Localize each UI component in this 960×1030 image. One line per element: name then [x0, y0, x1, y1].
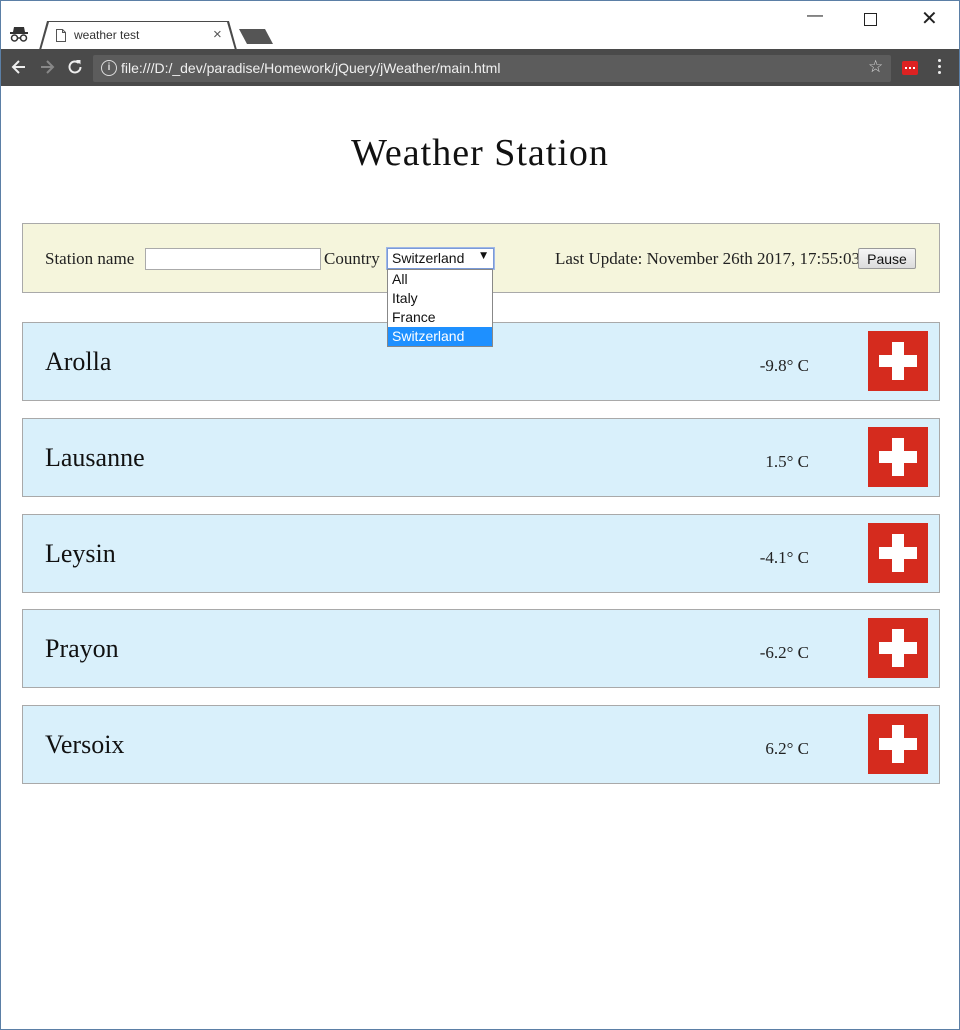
station-name-input[interactable] — [145, 248, 321, 270]
station-temperature: 6.2° C — [765, 739, 809, 758]
station-temperature: -9.8° C — [759, 356, 809, 375]
station-card: Prayon -6.2° C — [22, 609, 940, 688]
reload-icon[interactable] — [65, 57, 85, 77]
station-name: Arolla — [45, 347, 112, 376]
country-option-switzerland[interactable]: Switzerland — [388, 327, 492, 346]
station-name: Leysin — [45, 539, 116, 568]
country-select-value: Switzerland — [392, 250, 465, 266]
country-option-all[interactable]: All — [388, 270, 492, 289]
back-icon[interactable] — [9, 57, 29, 77]
browser-menu-icon[interactable] — [938, 59, 942, 77]
station-card: Lausanne 1.5° C — [22, 418, 940, 497]
browser-window: weather test × — ✕ i file:///D:/_dev/par… — [0, 0, 960, 1030]
station-name: Versoix — [45, 730, 125, 759]
tab-close-icon[interactable]: × — [213, 26, 222, 43]
new-tab-button[interactable] — [239, 29, 273, 44]
station-card: Leysin -4.1° C — [22, 514, 940, 593]
minimize-icon[interactable]: — — [807, 7, 823, 25]
station-name-label: Station name — [45, 249, 135, 268]
incognito-icon — [10, 27, 28, 42]
extension-icon[interactable] — [902, 61, 918, 75]
close-window-icon[interactable]: ✕ — [921, 6, 938, 31]
maximize-icon[interactable] — [864, 13, 877, 26]
country-select[interactable]: Switzerland ▼ — [386, 247, 495, 270]
dropdown-arrow-icon: ▼ — [480, 251, 487, 261]
swiss-flag-icon — [868, 331, 928, 391]
document-icon — [56, 29, 66, 42]
pause-button[interactable]: Pause — [858, 248, 916, 269]
info-icon[interactable]: i — [101, 60, 117, 76]
country-option-france[interactable]: France — [388, 308, 492, 327]
station-name: Prayon — [45, 634, 119, 663]
country-option-italy[interactable]: Italy — [388, 289, 492, 308]
station-name: Lausanne — [45, 443, 145, 472]
title-bar: weather test × — ✕ — [1, 1, 959, 50]
swiss-flag-icon — [868, 427, 928, 487]
url-text[interactable]: file:///D:/_dev/paradise/Homework/jQuery… — [121, 60, 500, 76]
bookmark-star-icon[interactable]: ☆ — [868, 57, 883, 77]
swiss-flag-icon — [868, 523, 928, 583]
page-title: Weather Station — [351, 132, 609, 174]
station-temperature: 1.5° C — [765, 452, 809, 471]
station-temperature: -6.2° C — [759, 643, 809, 662]
station-card: Versoix 6.2° C — [22, 705, 940, 784]
tab-title: weather test — [74, 28, 140, 42]
station-temperature: -4.1° C — [759, 548, 809, 567]
swiss-flag-icon — [868, 618, 928, 678]
country-dropdown-list: All Italy France Switzerland — [387, 269, 493, 347]
last-update-text: Last Update: November 26th 2017, 17:55:0… — [555, 249, 861, 268]
forward-icon[interactable] — [37, 57, 57, 77]
swiss-flag-icon — [868, 714, 928, 774]
country-label: Country — [324, 249, 380, 268]
